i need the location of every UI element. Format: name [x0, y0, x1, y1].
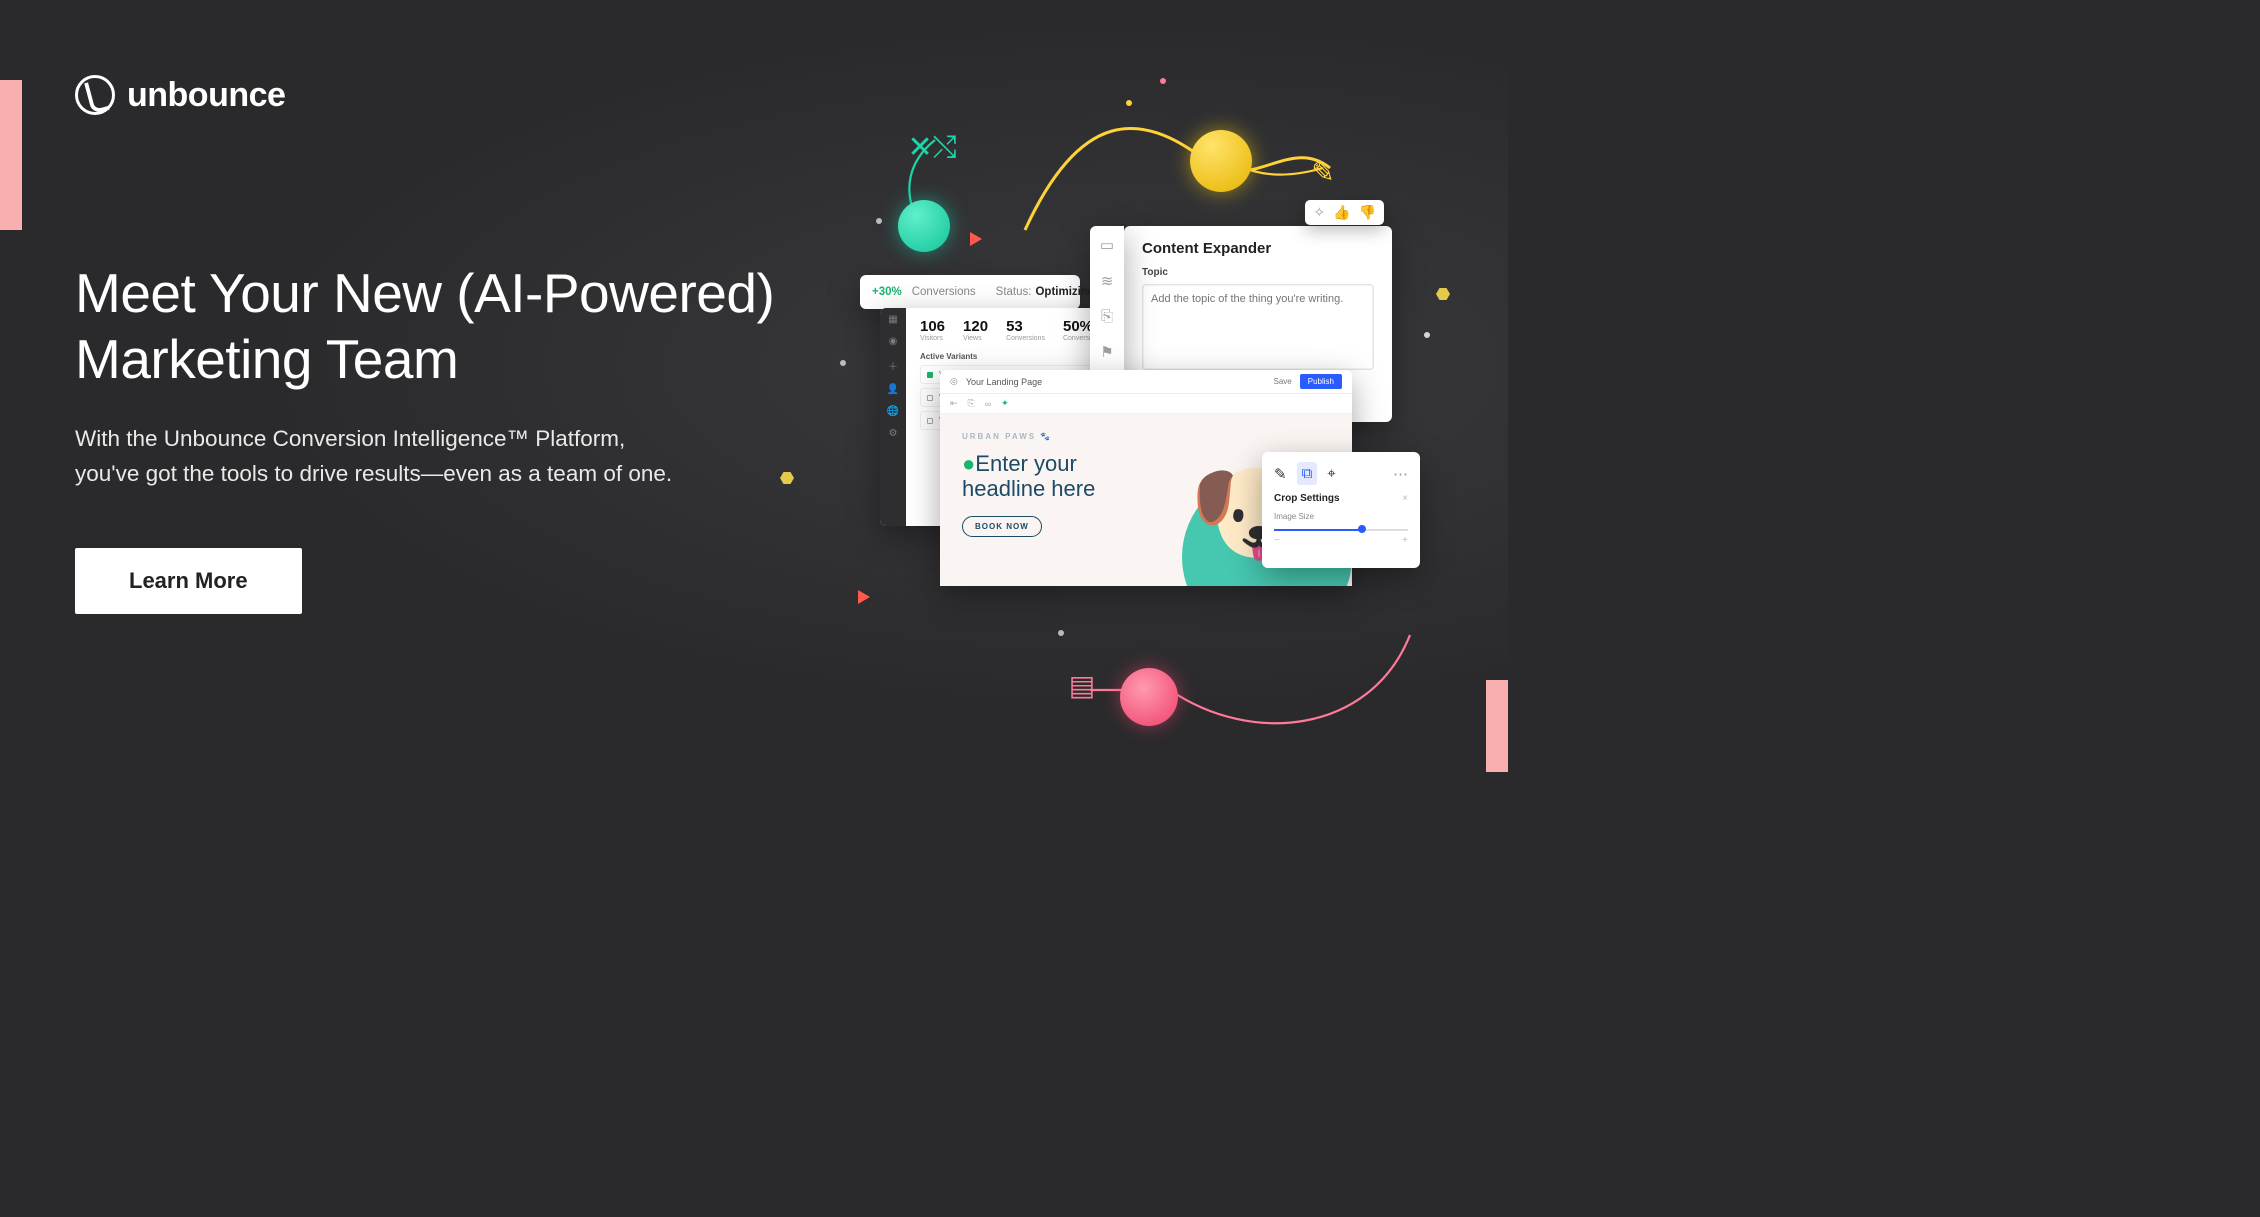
book-now-button[interactable]: BOOK NOW	[962, 516, 1042, 537]
accent-bar-left	[0, 80, 22, 230]
hexagon-icon	[1436, 288, 1450, 300]
sample-headline-l2: headline here	[962, 476, 1095, 501]
brush-icon[interactable]: ✎	[1274, 465, 1287, 483]
triangle-icon	[858, 590, 870, 604]
learn-more-button[interactable]: Learn More	[75, 548, 302, 614]
dashboard-side-nav: ▦ ◉ ＋ 👤 🌐 ⚙	[880, 308, 906, 526]
dot-icon	[840, 360, 846, 366]
tool-copy-icon[interactable]: ⎘	[968, 398, 975, 409]
image-size-slider[interactable]	[1274, 527, 1408, 533]
focus-icon[interactable]: ⌖	[1327, 465, 1335, 482]
builder-titlebar: ◎ Your Landing Page Save Publish	[940, 370, 1352, 394]
flag-icon[interactable]: ⚑	[1100, 343, 1113, 361]
checkbox-icon	[927, 395, 933, 401]
orb-green	[898, 200, 950, 252]
crop-settings-panel: ✎ ⧉ ⌖ ⋯ Crop Settings × Image Size −+	[1262, 452, 1420, 568]
document-edit-icon: ▤	[1065, 668, 1099, 702]
triangle-icon	[970, 232, 982, 246]
checkbox-icon	[927, 418, 933, 424]
brand-logo-mark	[75, 75, 115, 115]
slider-knob[interactable]	[1358, 525, 1366, 533]
brand-logo: unbounce	[75, 75, 285, 115]
status-pill: +30% Conversions Status: Optimizing	[860, 275, 1080, 309]
slider-ends: −+	[1274, 535, 1408, 546]
metric-label: Conversions	[1006, 335, 1045, 342]
hero-headline-line2: Marketing Team	[75, 328, 458, 390]
nav-add-icon[interactable]: ＋	[888, 358, 898, 373]
metric-views: 120 Views	[963, 318, 988, 342]
hero-sub-line2: you've got the tools to drive results—ev…	[75, 461, 672, 486]
tool-idea-icon[interactable]: ✦	[1001, 398, 1009, 409]
close-icon[interactable]: ×	[1402, 493, 1408, 504]
pencil-icon: ✎	[1306, 155, 1340, 189]
dot-icon	[1160, 78, 1166, 84]
page-name: Your Landing Page	[966, 377, 1042, 387]
publish-button[interactable]: Publish	[1300, 374, 1342, 389]
metric-value: 106	[920, 318, 945, 335]
metric-value: 53	[1006, 318, 1045, 335]
thumbs-down-icon[interactable]: 👎	[1359, 204, 1376, 221]
hero-sub-line1: With the Unbounce Conversion Intelligenc…	[75, 426, 625, 451]
book-icon[interactable]: ▭	[1100, 236, 1114, 254]
status-label: Status:	[996, 286, 1032, 298]
thumbs-up-icon[interactable]: 👍	[1333, 204, 1350, 221]
dot-icon	[1424, 332, 1430, 338]
topic-input[interactable]	[1142, 284, 1374, 370]
crop-title: Crop Settings	[1274, 493, 1340, 504]
metric-label: Visitors	[920, 335, 945, 342]
target-icon: ◎	[950, 376, 958, 387]
metric-visitors: 106 Visitors	[920, 318, 945, 342]
nav-globe-icon[interactable]: ◉	[889, 336, 898, 347]
crop-icon[interactable]: ⧉	[1297, 462, 1318, 485]
dot-icon	[1126, 100, 1132, 106]
hexagon-icon	[780, 472, 794, 484]
status-value: Optimizing	[1035, 286, 1094, 298]
brand-logo-text: unbounce	[127, 76, 285, 115]
tool-link-icon[interactable]: ∞	[985, 399, 991, 409]
checkbox-icon	[927, 372, 933, 378]
plus-icon[interactable]: +	[1402, 535, 1408, 546]
hero-headline: Meet Your New (AI-Powered) Marketing Tea…	[75, 260, 774, 392]
hero-headline-line1: Meet Your New (AI-Powered)	[75, 262, 774, 324]
expander-title: Content Expander	[1142, 240, 1374, 257]
nav-world-icon[interactable]: 🌐	[887, 406, 899, 417]
more-icon[interactable]: ⋯	[1393, 465, 1408, 483]
caret-icon: ●	[962, 451, 975, 476]
slider-fill	[1274, 529, 1362, 531]
paw-icon: 🐾	[1040, 432, 1052, 441]
image-size-label: Image Size	[1274, 512, 1408, 521]
sample-brand-text: URBAN PAWS	[962, 432, 1036, 441]
nav-user-icon[interactable]: 👤	[887, 384, 899, 395]
save-button[interactable]: Save	[1274, 377, 1292, 386]
tool-align-icon[interactable]: ⇤	[950, 398, 958, 409]
orb-yellow	[1190, 130, 1252, 192]
metric-value: 120	[963, 318, 988, 335]
layers-icon[interactable]: ≋	[1101, 272, 1114, 290]
bookmark-icon[interactable]: ⎘	[1101, 308, 1113, 325]
nav-pages-icon[interactable]: ▦	[888, 314, 897, 325]
rating-buttons: ✧ 👍 👎	[1305, 200, 1384, 225]
metric-conversions: 53 Conversions	[1006, 318, 1045, 342]
dot-icon	[876, 218, 882, 224]
conversion-delta: +30%	[872, 286, 902, 298]
hero-subhead: With the Unbounce Conversion Intelligenc…	[75, 422, 672, 492]
builder-toolbar: ⇤ ⎘ ∞ ✦	[940, 394, 1352, 414]
nav-settings-icon[interactable]: ⚙	[889, 428, 898, 439]
topic-label: Topic	[1142, 267, 1374, 278]
conversion-delta-label: Conversions	[912, 286, 976, 298]
shuffle-icon: ✕⤭	[915, 130, 949, 164]
crop-toolbar: ✎ ⧉ ⌖ ⋯	[1274, 462, 1408, 485]
dot-icon	[1058, 630, 1064, 636]
illustration-collage: ✕⤭ ✎ ▤ +30% Conversions Status: Optimizi…	[820, 60, 1500, 740]
sparkle-icon[interactable]: ✧	[1313, 204, 1325, 221]
path-pink	[1070, 595, 1430, 755]
sample-headline-l1: Enter your	[975, 451, 1077, 476]
minus-icon[interactable]: −	[1274, 535, 1280, 546]
orb-pink	[1120, 668, 1178, 726]
metric-label: Views	[963, 335, 988, 342]
